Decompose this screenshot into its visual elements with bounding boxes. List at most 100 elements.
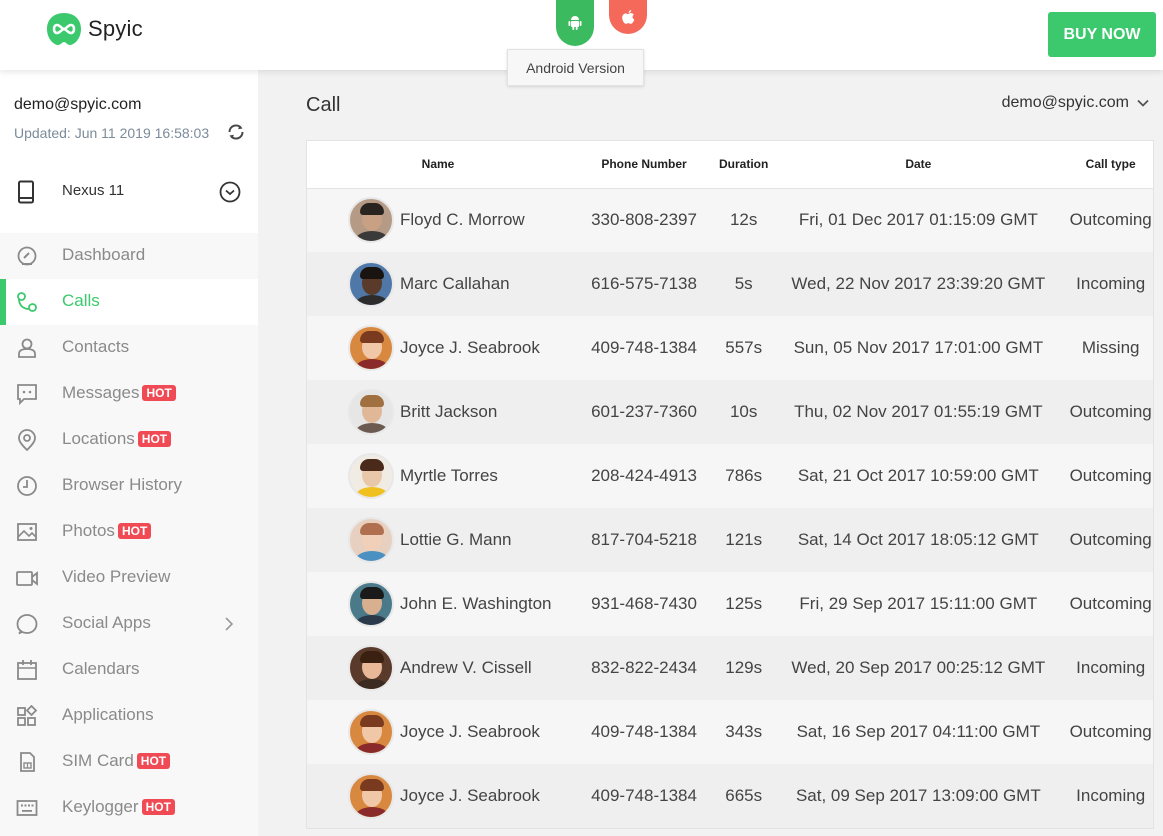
cell-name: Marc Callahan bbox=[307, 252, 569, 316]
hot-badge: HOT bbox=[142, 385, 176, 401]
refresh-icon[interactable] bbox=[226, 122, 246, 142]
contact-name: John E. Washington bbox=[400, 594, 552, 613]
column-header-name[interactable]: Name bbox=[307, 141, 569, 189]
logo[interactable]: Spyic bbox=[46, 12, 143, 46]
cell-phone: 601-237-7360 bbox=[591, 402, 697, 421]
apps-icon bbox=[17, 705, 38, 726]
account-panel: demo@spyic.com Updated: Jun 11 2019 16:5… bbox=[0, 70, 258, 233]
chevron-right-icon bbox=[225, 617, 234, 631]
cell-phone: 409-748-1384 bbox=[591, 786, 697, 805]
contact-name: Andrew V. Cissell bbox=[400, 658, 532, 677]
column-header-call-type[interactable]: Call type bbox=[1068, 141, 1153, 189]
cell-duration: 12s bbox=[729, 210, 758, 230]
contact-name: Joyce J. Seabrook bbox=[400, 338, 540, 357]
cell-date: Wed, 20 Sep 2017 00:25:12 GMT bbox=[791, 658, 1046, 677]
cell-call-type: Incoming bbox=[1076, 274, 1146, 293]
account-email: demo@spyic.com bbox=[14, 96, 142, 113]
apple-icon bbox=[621, 9, 634, 24]
cell-name: Andrew V. Cissell bbox=[307, 636, 569, 700]
android-tab[interactable] bbox=[556, 0, 594, 46]
sidebar-item-browser-history[interactable]: Browser History bbox=[0, 463, 258, 509]
android-icon bbox=[568, 16, 582, 30]
sidebar-item-label: Keylogger bbox=[62, 797, 139, 816]
table-row[interactable]: Myrtle Torres 208-424-4913 786s Sat, 21 Oct… bbox=[307, 444, 1153, 508]
cell-duration: 665s bbox=[725, 786, 763, 805]
photo-icon bbox=[17, 523, 37, 541]
table-row[interactable]: Marc Callahan 616-575-7138 5s Wed, 22 Nov 2… bbox=[307, 252, 1153, 316]
cell-date: Fri, 01 Dec 2017 01:15:09 GMT bbox=[798, 210, 1038, 230]
table-row[interactable]: Lottie G. Mann 817-704-5218 121s Sat, 14 Oc… bbox=[307, 508, 1153, 572]
sidebar-item-label: Messages bbox=[62, 383, 140, 402]
cell-duration: 121s bbox=[725, 530, 763, 549]
android-version-tooltip: Android Version bbox=[507, 49, 644, 86]
buy-now-button[interactable]: BUY NOW bbox=[1048, 12, 1156, 57]
sidebar-item-video-preview[interactable]: Video Preview bbox=[0, 555, 258, 601]
apple-tab[interactable] bbox=[609, 0, 647, 34]
sidebar-item-contacts[interactable]: Contacts bbox=[0, 325, 258, 371]
cell-name: Lottie G. Mann bbox=[307, 508, 569, 572]
sidebar-item-calendars[interactable]: Calendars bbox=[0, 647, 258, 693]
column-header-phone[interactable]: Phone Number bbox=[569, 141, 719, 189]
sidebar-item-keylogger[interactable]: Keylogger HOT bbox=[0, 785, 258, 831]
cell-date: Thu, 02 Nov 2017 01:55:19 GMT bbox=[794, 402, 1043, 421]
avatar bbox=[348, 325, 394, 371]
hot-badge: HOT bbox=[141, 799, 175, 815]
avatar bbox=[348, 773, 394, 819]
cell-duration: 125s bbox=[725, 594, 763, 613]
cell-duration: 557s bbox=[725, 338, 763, 357]
sidebar-item-sim-card[interactable]: SIM Card HOT bbox=[0, 739, 258, 785]
sidebar-nav: Dashboard Calls Contacts Messages HOT Loc… bbox=[0, 233, 258, 831]
table-row[interactable]: John E. Washington 931-468-7430 125s Fri, 2… bbox=[307, 572, 1153, 636]
cell-date: Sat, 21 Oct 2017 10:59:00 GMT bbox=[797, 466, 1039, 485]
cell-call-type: Outcoming bbox=[1069, 402, 1152, 421]
sidebar-item-calls[interactable]: Calls bbox=[0, 279, 258, 325]
spyic-logo-icon bbox=[47, 13, 81, 45]
cell-phone: 616-575-7138 bbox=[591, 274, 697, 293]
sidebar-item-photos[interactable]: Photos HOT bbox=[0, 509, 258, 555]
table-row[interactable]: Joyce J. Seabrook 409-748-1384 343s Sat, 16… bbox=[307, 700, 1153, 764]
brand-name: Spyic bbox=[88, 16, 143, 41]
table-row[interactable]: Joyce J. Seabrook 409-748-1384 665s Sat, 09… bbox=[307, 764, 1153, 828]
column-header-duration[interactable]: Duration bbox=[719, 141, 769, 189]
sidebar-item-applications[interactable]: Applications bbox=[0, 693, 258, 739]
cell-call-type: Outcoming bbox=[1069, 722, 1152, 741]
phone-icon bbox=[17, 292, 37, 312]
device-selector[interactable]: Nexus 11 bbox=[0, 170, 258, 214]
cell-call-type: Outcoming bbox=[1069, 466, 1152, 485]
contact-name: Joyce J. Seabrook bbox=[400, 786, 540, 805]
cell-call-type: Outcoming bbox=[1069, 210, 1152, 230]
avatar bbox=[348, 645, 394, 691]
cell-name: Joyce J. Seabrook bbox=[307, 764, 569, 828]
contact-name: Myrtle Torres bbox=[400, 466, 498, 485]
table-header-row: Name Phone Number Duration Date Call typ… bbox=[307, 141, 1153, 189]
table-row[interactable]: Joyce J. Seabrook 409-748-1384 557s Sun, 05… bbox=[307, 316, 1153, 380]
cell-duration: 5s bbox=[734, 274, 753, 293]
sidebar-item-label: Contacts bbox=[62, 337, 130, 356]
contact-name: Joyce J. Seabrook bbox=[400, 722, 540, 741]
sidebar-item-label: Locations bbox=[62, 429, 135, 448]
user-menu[interactable]: demo@spyic.com bbox=[1002, 94, 1149, 112]
sidebar-item-messages[interactable]: Messages HOT bbox=[0, 371, 258, 417]
sidebar-item-label: Calendars bbox=[62, 659, 140, 678]
sidebar-item-locations[interactable]: Locations HOT bbox=[0, 417, 258, 463]
cell-call-type: Incoming bbox=[1076, 658, 1146, 677]
cell-date: Sat, 16 Sep 2017 04:11:00 GMT bbox=[796, 722, 1041, 741]
cell-duration: 343s bbox=[725, 722, 763, 741]
column-header-date[interactable]: Date bbox=[768, 141, 1069, 189]
table-row[interactable]: Floyd C. Morrow 330-808-2397 12s Fri, 01 De… bbox=[307, 188, 1153, 252]
cell-phone: 409-748-1384 bbox=[591, 722, 697, 741]
cell-call-type: Outcoming bbox=[1069, 594, 1152, 613]
table-row[interactable]: Britt Jackson 601-237-7360 10s Thu, 02 Nov … bbox=[307, 380, 1153, 444]
chevron-down-circle-icon[interactable] bbox=[219, 181, 241, 203]
table-row[interactable]: Andrew V. Cissell 832-822-2434 129s Wed, 20… bbox=[307, 636, 1153, 700]
cell-date: Fri, 29 Sep 2017 15:11:00 GMT bbox=[799, 594, 1038, 613]
sidebar-item-label: Applications bbox=[62, 705, 154, 724]
cell-call-type: Outcoming bbox=[1069, 530, 1152, 549]
calls-table: Name Phone Number Duration Date Call typ… bbox=[306, 140, 1154, 829]
cell-phone: 832-822-2434 bbox=[591, 658, 697, 677]
cell-name: Britt Jackson bbox=[307, 380, 569, 444]
sidebar-item-dashboard[interactable]: Dashboard bbox=[0, 233, 258, 279]
cell-duration: 786s bbox=[725, 466, 763, 485]
cell-phone: 208-424-4913 bbox=[591, 466, 697, 485]
sidebar-item-social-apps[interactable]: Social Apps bbox=[0, 601, 258, 647]
